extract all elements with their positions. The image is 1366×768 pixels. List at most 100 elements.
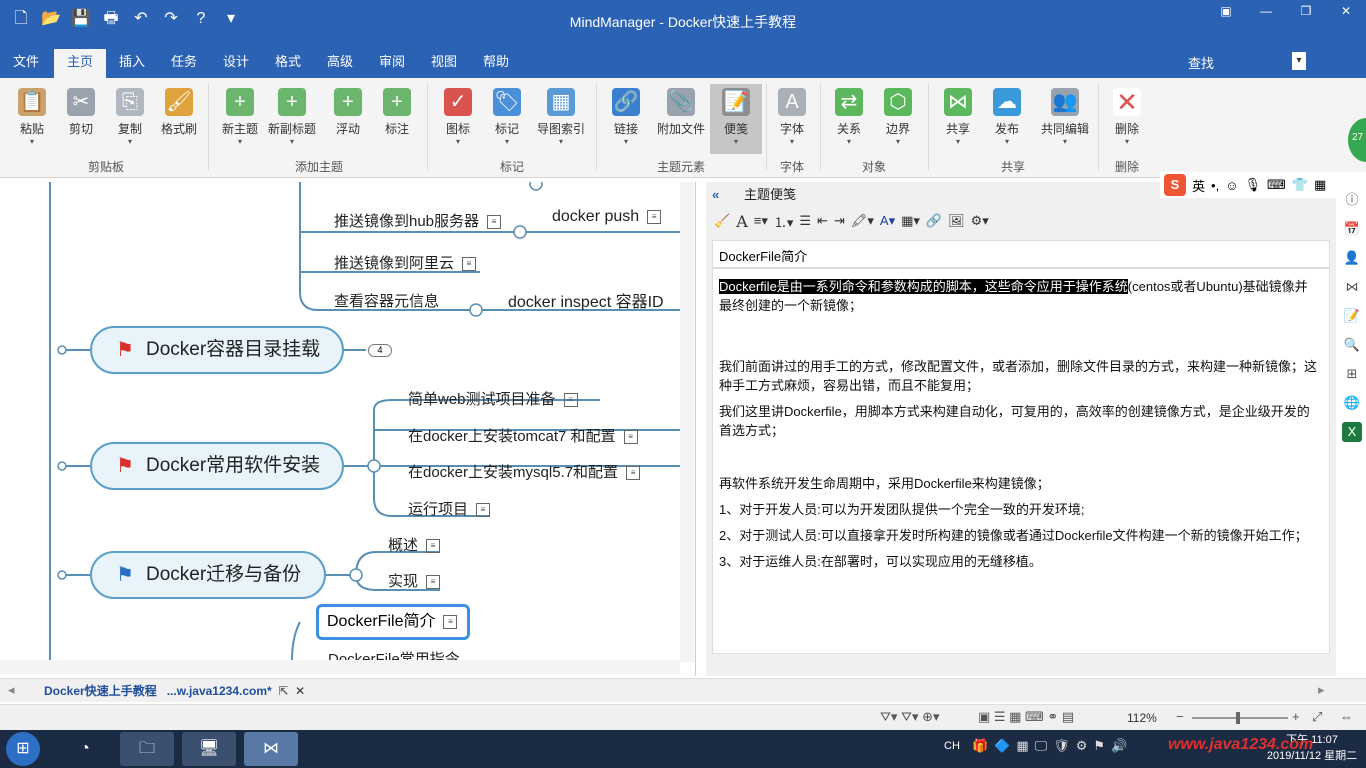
grid-icon[interactable]: ▦ bbox=[1314, 177, 1326, 193]
delete-button[interactable]: ✕ 删除 ▾ bbox=[1101, 84, 1153, 154]
tab-home[interactable]: 主页 bbox=[54, 49, 107, 78]
tab-review[interactable]: 审阅 bbox=[366, 49, 418, 78]
note-icon[interactable]: ≡ bbox=[647, 209, 662, 224]
align-icon[interactable]: ≡▾ bbox=[754, 213, 768, 229]
note-editor[interactable]: Dockerfile是由一系列命令和参数构成的脚本，这些命令应用于操作系统(ce… bbox=[712, 268, 1330, 654]
zoom-slider[interactable] bbox=[1192, 717, 1288, 719]
close-tab-icon[interactable]: ✕ bbox=[295, 684, 305, 698]
maximize-button[interactable]: ❐ bbox=[1286, 0, 1326, 24]
subtopic-inspect-meta[interactable]: 查看容器元信息 bbox=[334, 290, 439, 311]
panel-toggle-icon[interactable]: ⇔ bbox=[1340, 709, 1353, 724]
calendar-icon[interactable]: 📅 bbox=[1342, 219, 1362, 239]
new-topic-button[interactable]: + 新主题 ▾ bbox=[214, 84, 266, 154]
font-button[interactable]: A 字体 ▾ bbox=[766, 84, 818, 154]
scroll-left-icon[interactable]: ◂ bbox=[8, 682, 15, 698]
subtopic-mysql[interactable]: 在docker上安装mysql5.7和配置 ≡ bbox=[408, 461, 641, 482]
emoji-icon[interactable]: ☺ bbox=[1225, 178, 1238, 193]
map-vertical-scrollbar[interactable] bbox=[680, 182, 694, 662]
tray-icons[interactable]: 🎁🔷▦🖵🛡⚙⚑🔊 bbox=[972, 738, 1133, 754]
notes-pane-icon[interactable]: 📝 bbox=[1342, 306, 1362, 326]
tray-lang[interactable]: CH bbox=[944, 740, 960, 752]
globe-icon[interactable]: 🌐 bbox=[1342, 393, 1362, 413]
excel-icon[interactable]: X bbox=[1342, 422, 1362, 442]
explorer-taskbar-icon[interactable]: 🗀 bbox=[120, 732, 174, 766]
zoom-slider-thumb[interactable] bbox=[1236, 712, 1240, 724]
more-icon[interactable]: ⚙▾ bbox=[971, 213, 989, 229]
topic-software-install[interactable]: ⚑ Docker常用软件安装 bbox=[90, 442, 344, 490]
note-icon[interactable]: ≡ bbox=[563, 393, 578, 408]
zoom-level[interactable]: 112% bbox=[1127, 711, 1157, 725]
copy-button[interactable]: ⎘ 复制 ▾ bbox=[104, 84, 156, 154]
co-edit-button[interactable]: 👥 共同编辑 ▾ bbox=[1034, 84, 1096, 154]
note-icon[interactable]: ≡ bbox=[487, 215, 502, 230]
image-icon[interactable]: 🖼 bbox=[948, 213, 965, 229]
note-title[interactable]: DockerFile简介 bbox=[712, 240, 1330, 268]
tab-file[interactable]: 文件 bbox=[0, 49, 52, 78]
pin-icon[interactable]: ⇱ bbox=[278, 684, 288, 698]
keyboard-icon[interactable]: ⌨ bbox=[1267, 177, 1286, 193]
minimize-button[interactable]: — bbox=[1246, 0, 1286, 24]
tab-view[interactable]: 视图 bbox=[418, 49, 470, 78]
note-icon[interactable]: ≡ bbox=[626, 466, 641, 481]
skin-icon[interactable]: 👕 bbox=[1292, 177, 1308, 193]
numbered-list-icon[interactable]: ⒈▾ bbox=[774, 212, 794, 231]
search-icon[interactable]: 🔍 bbox=[1342, 335, 1362, 355]
web-icon[interactable]: ⊞ bbox=[1342, 364, 1362, 384]
collapse-panel-icon[interactable]: « bbox=[712, 182, 719, 208]
mind-map-canvas[interactable]: 推送镜像到hub服务器 ≡ docker push ≡ 推送镜像到阿里云 ≡ 查看容器… bbox=[0, 182, 696, 676]
tags-button[interactable]: 🏷 标记 ▾ bbox=[481, 84, 533, 154]
note-icon[interactable]: ≡ bbox=[476, 503, 491, 518]
tab-task[interactable]: 任务 bbox=[158, 49, 210, 78]
map-parts-icon[interactable]: ⋈ bbox=[1342, 277, 1362, 297]
relationship-button[interactable]: ⇄ 关系 ▾ bbox=[823, 84, 875, 154]
note-icon[interactable]: ≡ bbox=[426, 539, 441, 554]
zoom-in-icon[interactable]: + bbox=[1292, 709, 1300, 724]
note-icon[interactable]: ≡ bbox=[426, 575, 441, 590]
clear-format-icon[interactable]: 🧹 bbox=[714, 213, 730, 229]
outdent-icon[interactable]: ⇤ bbox=[817, 213, 828, 229]
note-icon[interactable]: ≡ bbox=[462, 257, 477, 272]
zoom-out-icon[interactable]: − bbox=[1176, 709, 1184, 724]
subtopic-run-project[interactable]: 运行项目 ≡ bbox=[408, 498, 491, 519]
format-painter-button[interactable]: 🖌 格式刷 bbox=[153, 84, 205, 154]
new-subtopic-button[interactable]: + 新副标题 ▾ bbox=[266, 84, 318, 154]
subtopic-push-aliyun[interactable]: 推送镜像到阿里云 ≡ bbox=[334, 252, 477, 273]
fit-map-icon[interactable]: ⤢ bbox=[1312, 709, 1322, 725]
tab-format[interactable]: 格式 bbox=[262, 49, 314, 78]
subtopic-docker-push[interactable]: docker push ≡ bbox=[552, 208, 662, 226]
table-icon[interactable]: ▦▾ bbox=[901, 213, 920, 229]
scroll-right-icon[interactable]: ▸ bbox=[1318, 682, 1325, 698]
subtopic-overview[interactable]: 概述 ≡ bbox=[388, 534, 441, 555]
link-icon[interactable]: 🔗 bbox=[926, 213, 942, 229]
notes-button[interactable]: 📝 便笺 ▾ bbox=[710, 84, 762, 154]
link-button[interactable]: 🔗 链接 ▾ bbox=[600, 84, 652, 154]
tab-insert[interactable]: 插入 bbox=[106, 49, 158, 78]
highlight-icon[interactable]: 🖍▾ bbox=[851, 213, 874, 229]
search-dropdown[interactable]: ▾ bbox=[1292, 52, 1306, 70]
search-label[interactable]: 查找 bbox=[1188, 53, 1214, 72]
publish-button[interactable]: ☁ 发布 ▾ bbox=[981, 84, 1033, 154]
bullet-list-icon[interactable]: ☰ bbox=[799, 213, 811, 229]
subtopic-web-project[interactable]: 简单web测试项目准备 ≡ bbox=[408, 388, 578, 409]
ime-lang[interactable]: 英 bbox=[1192, 176, 1205, 195]
subtopic-push-hub[interactable]: 推送镜像到hub服务器 ≡ bbox=[334, 210, 502, 231]
start-button[interactable]: ⊞ bbox=[6, 732, 40, 766]
punctuation-icon[interactable]: •, bbox=[1211, 178, 1219, 193]
filter-icon[interactable]: ⛛▾ ⛛▾ ⊕▾ bbox=[880, 709, 940, 725]
mic-icon[interactable]: 🎙 bbox=[1244, 177, 1261, 193]
person-icon[interactable]: 👤 bbox=[1342, 248, 1362, 268]
callout-button[interactable]: + 标注 bbox=[371, 84, 423, 154]
tab-help[interactable]: 帮助 bbox=[470, 49, 522, 78]
document-tab[interactable]: Docker快速上手教程 ...w.java1234.com* ⇱ ✕ bbox=[44, 682, 305, 699]
app-icon[interactable]: ◔ bbox=[58, 732, 112, 766]
topic-migration-backup[interactable]: ⚑ Docker迁移与备份 bbox=[90, 551, 326, 599]
close-button[interactable]: ✕ bbox=[1326, 0, 1366, 24]
topic-volume-mount[interactable]: ⚑ Docker容器目录挂载 bbox=[90, 326, 344, 374]
map-horizontal-scrollbar[interactable] bbox=[0, 660, 680, 674]
font-color-icon[interactable]: A▾ bbox=[880, 213, 895, 229]
boundary-button[interactable]: ⬡ 边界 ▾ bbox=[872, 84, 924, 154]
tab-design[interactable]: 设计 bbox=[210, 49, 262, 78]
info-icon[interactable]: ⓘ bbox=[1342, 190, 1362, 210]
note-icon[interactable]: ≡ bbox=[443, 614, 458, 629]
sogou-icon[interactable]: S bbox=[1164, 174, 1186, 196]
